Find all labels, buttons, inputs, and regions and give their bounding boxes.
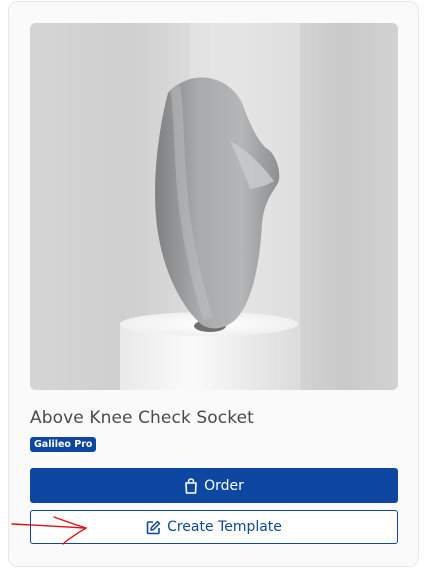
shopping-bag-icon xyxy=(184,477,198,494)
edit-square-icon xyxy=(146,520,161,535)
create-template-button[interactable]: Create Template xyxy=(30,510,398,544)
product-title: Above Knee Check Socket xyxy=(30,408,254,428)
create-template-button-label: Create Template xyxy=(167,519,282,535)
order-button[interactable]: Order xyxy=(30,468,398,503)
product-image xyxy=(30,23,398,390)
tier-badge: Galileo Pro xyxy=(30,437,97,452)
socket-photo xyxy=(30,23,398,390)
order-button-label: Order xyxy=(204,477,244,494)
